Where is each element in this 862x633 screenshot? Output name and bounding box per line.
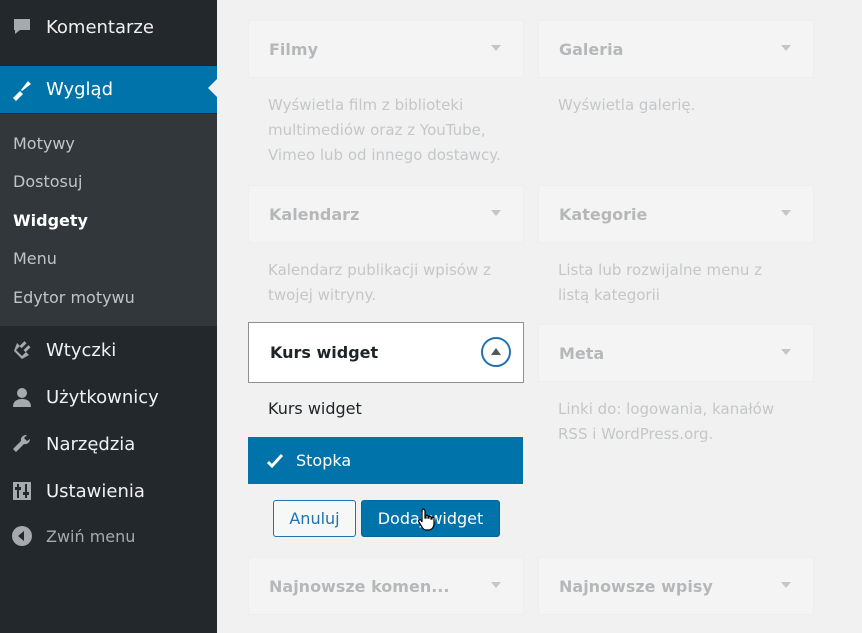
plug-icon <box>10 338 34 362</box>
widget-title: Najnowsze wpisy <box>559 576 713 596</box>
admin-sidebar: Komentarze Wygląd Motywy Dostosuj Widget… <box>0 0 217 633</box>
menu-item-label: Wtyczki <box>46 339 117 361</box>
cancel-button[interactable]: Anuluj <box>273 500 356 537</box>
widget-title: Galeria <box>559 39 624 59</box>
expand-arrow-icon <box>491 45 501 51</box>
widget-title: Kalendarz <box>269 204 360 224</box>
widget-area-option-stopka[interactable]: Stopka <box>248 437 523 484</box>
paintbrush-icon <box>10 78 34 102</box>
widget-description: Kalendarz publikacji wpisów z twojej wit… <box>268 261 491 304</box>
widget-area-label: Stopka <box>296 451 352 470</box>
widget-title: Meta <box>559 343 605 363</box>
widget-description: Wyświetla galerię. <box>558 96 696 114</box>
appearance-submenu: Motywy Dostosuj Widgety Menu Edytor moty… <box>0 114 217 326</box>
menu-item-plugins[interactable]: Wtyczki <box>0 328 217 372</box>
expand-arrow-icon <box>781 45 791 51</box>
wrench-icon <box>10 432 34 456</box>
widget-meta[interactable]: Meta <box>538 324 814 382</box>
expand-arrow-icon <box>781 582 791 588</box>
expand-arrow-icon <box>781 210 791 216</box>
menu-item-tools[interactable]: Narzędzia <box>0 422 217 466</box>
widget-description: Lista lub rozwijalne menu z listą katego… <box>558 261 762 304</box>
expand-arrow-icon <box>491 582 501 588</box>
widget-kategorie[interactable]: Kategorie <box>538 185 814 243</box>
widget-filmy[interactable]: Filmy <box>248 20 524 78</box>
menu-item-label: Narzędzia <box>46 433 136 455</box>
menu-item-settings[interactable]: Ustawienia <box>0 469 217 513</box>
menu-item-users[interactable]: Użytkownicy <box>0 375 217 419</box>
widget-najnowsze-wpisy[interactable]: Najnowsze wpisy <box>538 557 814 615</box>
comment-icon <box>10 15 34 39</box>
submenu-item-themes[interactable]: Motywy <box>13 134 75 153</box>
checkmark-icon <box>266 452 284 470</box>
widget-galeria[interactable]: Galeria <box>538 20 814 78</box>
widget-description: Linki do: logowania, kanałów RSS i WordP… <box>558 400 775 443</box>
collapse-label: Zwiń menu <box>46 526 136 546</box>
expanded-widget-header[interactable]: Kurs widget <box>248 322 524 383</box>
submenu-item-customize[interactable]: Dostosuj <box>13 172 82 191</box>
collapse-widget-toggle-icon[interactable] <box>481 337 511 367</box>
expand-arrow-icon <box>781 349 791 355</box>
menu-item-label: Ustawienia <box>46 480 145 502</box>
menu-item-label: Komentarze <box>46 16 154 38</box>
widget-chooser-label: Kurs widget <box>268 399 362 418</box>
collapse-menu-button[interactable]: Zwiń menu <box>0 514 217 558</box>
widget-kalendarz[interactable]: Kalendarz <box>248 185 524 243</box>
submenu-item-menus[interactable]: Menu <box>13 249 57 268</box>
user-icon <box>10 385 34 409</box>
submenu-item-theme-editor[interactable]: Edytor motywu <box>13 288 135 307</box>
hand-cursor-icon <box>417 507 437 535</box>
menu-item-label: Wygląd <box>46 79 114 100</box>
menu-item-comments[interactable]: Komentarze <box>0 5 217 49</box>
menu-item-label: Użytkownicy <box>46 386 159 408</box>
menu-item-appearance[interactable]: Wygląd <box>0 66 217 113</box>
widget-description: Wyświetla film z biblioteki multimediów … <box>268 96 501 164</box>
collapse-arrow-icon <box>10 524 34 548</box>
sliders-icon <box>10 479 34 503</box>
expanded-widget-title: Kurs widget <box>270 343 379 362</box>
expand-arrow-icon <box>491 210 501 216</box>
widget-title: Filmy <box>269 39 318 59</box>
widget-najnowsze-komentarze[interactable]: Najnowsze komen... <box>248 557 524 615</box>
widget-title: Kategorie <box>559 204 648 224</box>
submenu-item-widgets[interactable]: Widgety <box>13 211 88 230</box>
widget-title: Najnowsze komen... <box>269 576 450 596</box>
